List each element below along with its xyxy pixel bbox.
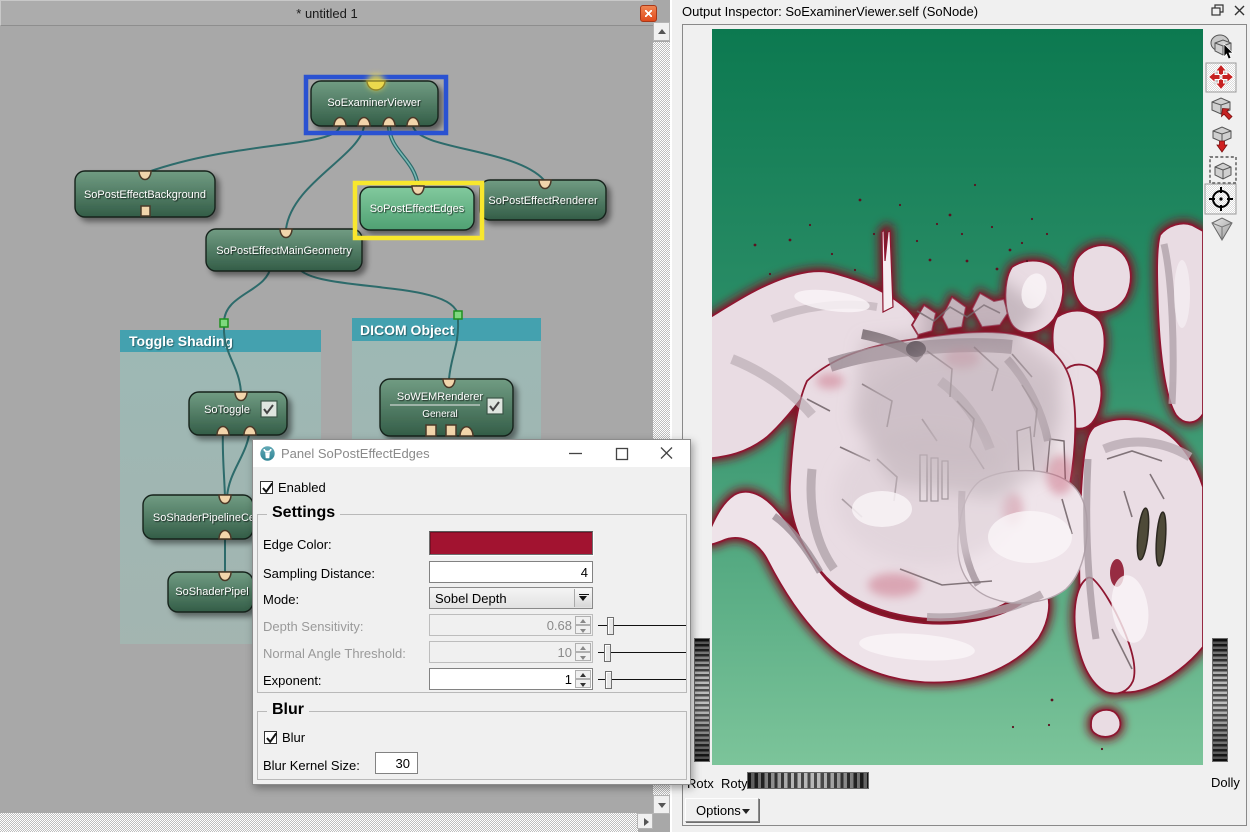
svg-text:SoPostEffectMainGeometry: SoPostEffectMainGeometry bbox=[216, 245, 352, 257]
svg-text:Toggle Shading: Toggle Shading bbox=[129, 333, 233, 349]
svg-text:SoShaderPipel: SoShaderPipel bbox=[175, 586, 248, 598]
svg-text:SoPostEffectRenderer: SoPostEffectRenderer bbox=[488, 195, 598, 207]
svg-text:SoExaminerViewer: SoExaminerViewer bbox=[327, 97, 421, 109]
svg-text:SoToggle: SoToggle bbox=[204, 404, 250, 416]
svg-text:SoPostEffectEdges: SoPostEffectEdges bbox=[370, 203, 465, 215]
svg-text:DICOM Object: DICOM Object bbox=[360, 322, 454, 338]
svg-text:SoPostEffectBackground: SoPostEffectBackground bbox=[84, 189, 206, 201]
svg-text:General: General bbox=[422, 409, 458, 420]
svg-text:SoWEMRenderer: SoWEMRenderer bbox=[397, 391, 484, 403]
svg-text:SoShaderPipelineCe: SoShaderPipelineCe bbox=[153, 512, 255, 524]
